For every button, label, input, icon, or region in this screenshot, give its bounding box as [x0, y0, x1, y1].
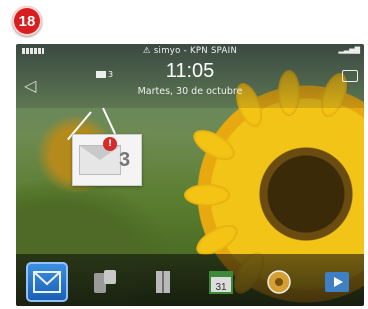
- video-player-icon: [325, 272, 349, 292]
- browser-icon: [156, 271, 170, 293]
- clock-date: Martes, 30 de octubre: [137, 86, 243, 97]
- callout-pointer: [102, 107, 117, 136]
- envelope-icon: [79, 145, 121, 175]
- envelope-icon: [33, 271, 61, 293]
- keyboard-lock-icon[interactable]: [342, 70, 358, 82]
- clock-time: 11:05: [165, 60, 215, 82]
- dock-video[interactable]: [316, 262, 358, 302]
- signal-strength-icon: ▂▃▅▇: [338, 46, 360, 54]
- dock-messages[interactable]: [26, 262, 68, 302]
- calendar-icon: 31: [209, 271, 233, 294]
- warning-icon: ⚠: [142, 46, 151, 56]
- phone-contacts-icon: [94, 270, 116, 293]
- step-number-badge: 18: [12, 6, 42, 36]
- device-home-screen: ⚠ simyo - KPN SPAIN ▂▃▅▇ ◁ 3 11:05 Marte…: [16, 44, 364, 306]
- dock-calendar[interactable]: 31: [200, 262, 242, 302]
- carrier-label: ⚠ simyo - KPN SPAIN: [142, 46, 238, 56]
- calendar-day-label: 31: [215, 282, 227, 293]
- message-count: 3: [119, 149, 131, 171]
- message-notification-callout: ! 3: [72, 134, 142, 186]
- dock-media[interactable]: [258, 262, 300, 302]
- new-message-badge: !: [103, 137, 117, 151]
- status-bar: ⚠ simyo - KPN SPAIN ▂▃▅▇ ◁ 3 11:05 Marte…: [16, 44, 364, 108]
- media-icon: [267, 270, 291, 294]
- dock-contacts[interactable]: [84, 262, 126, 302]
- dock-browser[interactable]: [142, 262, 184, 302]
- app-dock: 31: [16, 254, 364, 306]
